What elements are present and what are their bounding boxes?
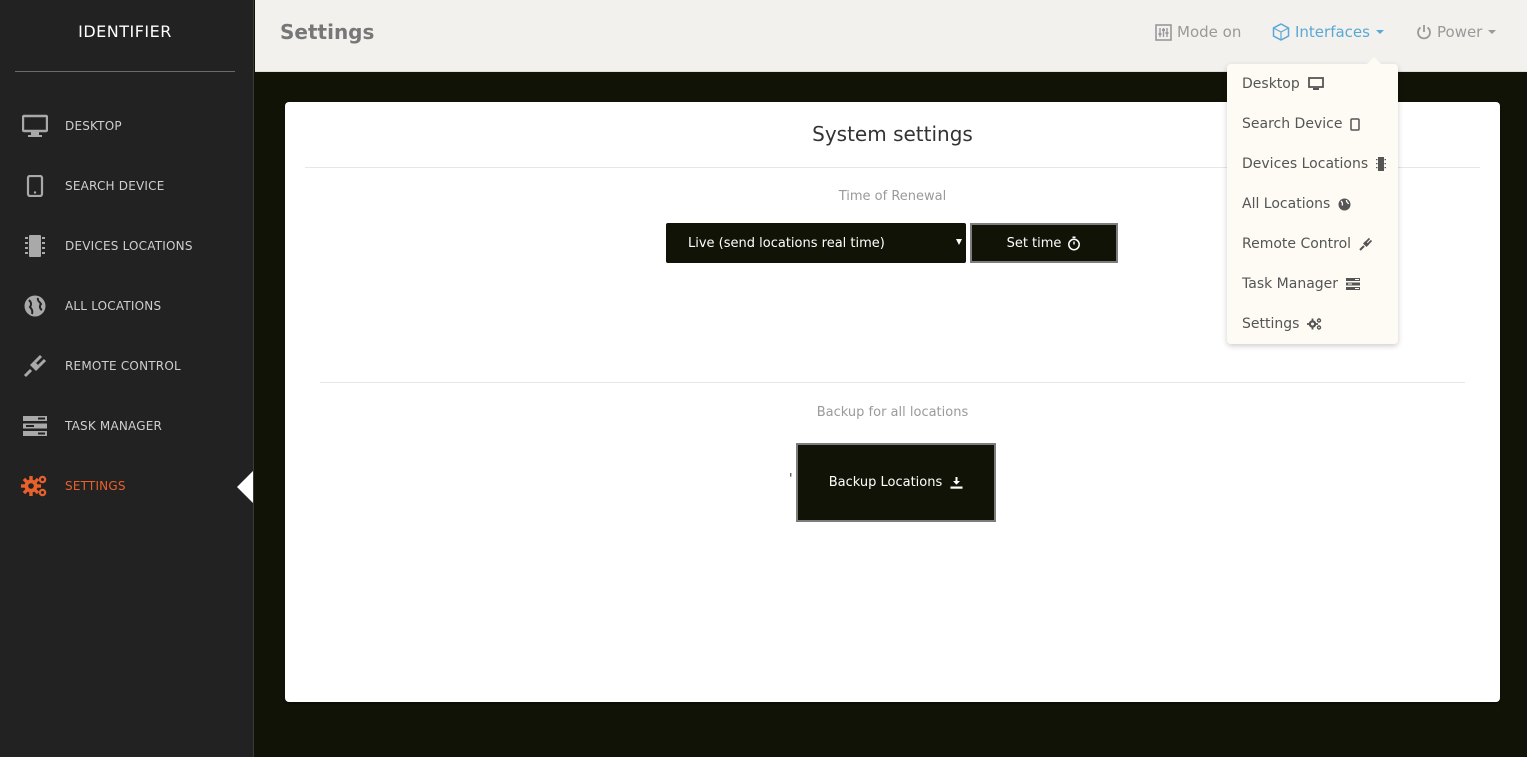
plug-icon [1359,237,1373,251]
mode-label: Mode on [1177,23,1242,41]
dropdown-item-label: Remote Control [1242,236,1352,252]
stray-mark: ' [789,472,793,487]
sliders-icon [1155,23,1172,41]
dropdown-item-label: Settings [1242,316,1300,332]
sidebar-item-label: DESKTOP [65,119,122,133]
sidebar-item-label: DEVICES LOCATIONS [65,239,193,253]
globe-icon [1338,198,1351,211]
dropdown-item-label: Search Device [1242,116,1343,132]
dropdown-item-label: Desktop [1242,76,1300,92]
sidebar-item-devices-locations[interactable]: DEVICES LOCATIONS [0,226,254,266]
sidebar: IDENTIFIER DESKTOP SEARCH DEVICE DEVICES… [0,0,254,757]
interfaces-menu[interactable]: Interfaces [1272,23,1384,41]
dropdown-item-label: Task Manager [1242,276,1339,292]
desktop-icon [21,112,49,140]
sidebar-item-label: TASK MANAGER [65,419,163,433]
sidebar-item-desktop[interactable]: DESKTOP [0,106,254,146]
interfaces-dropdown: Desktop Search Device Devices Locations … [1227,57,1398,344]
power-icon [1416,24,1432,40]
interfaces-label: Interfaces [1295,23,1370,41]
stopwatch-icon [1067,236,1081,251]
tasks-icon [21,412,49,440]
sidebar-item-search-device[interactable]: SEARCH DEVICE [0,166,254,206]
dropdown-item-desktop[interactable]: Desktop [1242,74,1324,94]
renewal-select-value: Live (send locations real time) [688,235,885,251]
globe-icon [21,292,49,320]
sidebar-item-label: REMOTE CONTROL [65,359,181,373]
mode-toggle[interactable]: Mode on [1155,23,1241,41]
plug-icon [21,352,49,380]
power-menu[interactable]: Power [1416,23,1497,41]
tablet-icon [21,172,49,200]
brand-divider [15,71,235,72]
chevron-down-icon [1375,30,1384,34]
page-title: Settings [280,20,375,44]
sidebar-item-label: ALL LOCATIONS [65,299,162,313]
chevron-down-icon [1488,30,1497,34]
gears-icon [21,472,49,500]
chevron-down-icon [956,239,962,245]
set-time-label: Set time [1006,235,1062,251]
cube-icon [1272,23,1290,41]
power-label: Power [1437,23,1483,41]
sidebar-item-all-locations[interactable]: ALL LOCATIONS [0,286,254,326]
tasks-icon [1346,278,1361,290]
dropdown-item-search-device[interactable]: Search Device [1242,114,1361,134]
download-icon [950,476,963,489]
dropdown-item-all-locations[interactable]: All Locations [1242,194,1351,214]
backup-button-label: Backup Locations [828,475,943,490]
active-indicator [237,471,253,503]
sidebar-item-task-manager[interactable]: TASK MANAGER [0,406,254,446]
dropdown-item-label: Devices Locations [1242,156,1369,172]
renewal-select[interactable]: Live (send locations real time) [666,223,966,263]
dropdown-item-remote-control[interactable]: Remote Control [1242,234,1373,254]
backup-label: Backup for all locations [816,405,969,420]
divider [320,382,1465,383]
gears-icon [1307,317,1323,331]
backup-locations-button[interactable]: Backup Locations [796,443,996,522]
desktop-icon [1307,77,1324,91]
set-time-button[interactable]: Set time [970,223,1118,263]
tablet-icon [1350,117,1361,131]
dropdown-item-settings[interactable]: Settings [1242,314,1323,334]
chip-icon [1376,157,1387,171]
dropdown-item-devices-locations[interactable]: Devices Locations [1242,154,1387,174]
chip-icon [21,232,49,260]
sidebar-item-label: SEARCH DEVICE [65,179,165,193]
sidebar-item-label: SETTINGS [65,479,126,493]
sidebar-item-remote-control[interactable]: REMOTE CONTROL [0,346,254,386]
sidebar-item-settings[interactable]: SETTINGS [0,466,254,506]
top-header: Settings Mode on Interfaces Power [255,0,1527,72]
brand-title: IDENTIFIER [78,22,172,41]
dropdown-item-task-manager[interactable]: Task Manager [1242,274,1361,294]
dropdown-item-label: All Locations [1242,196,1331,212]
